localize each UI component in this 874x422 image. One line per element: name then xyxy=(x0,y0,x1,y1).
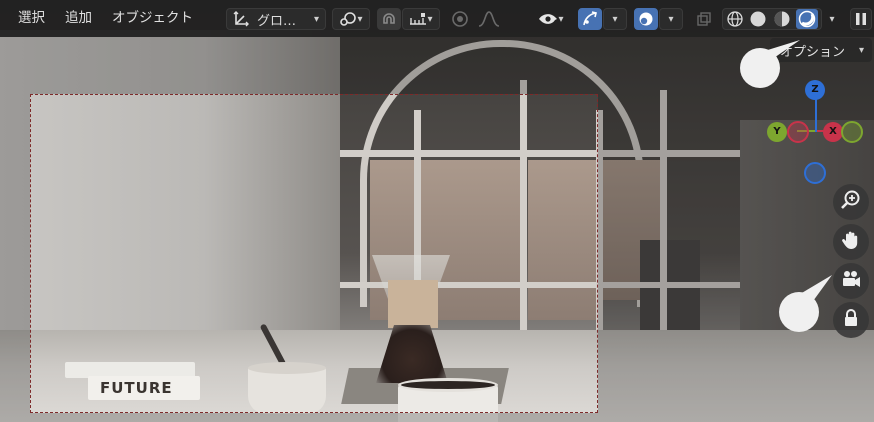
gizmo-y-button[interactable]: Y xyxy=(767,122,787,142)
gizmo-icon xyxy=(582,11,598,27)
gizmo-z-button[interactable]: Z xyxy=(805,80,825,100)
annotation-marker xyxy=(740,48,780,88)
camera-frame xyxy=(30,94,598,413)
lock-camera-button[interactable] xyxy=(833,302,869,338)
gizmo-dropdown[interactable]: ▾ xyxy=(603,8,627,30)
overlays-dropdown[interactable]: ▾ xyxy=(659,8,683,30)
gizmo-toggle[interactable] xyxy=(578,8,602,30)
pivot-point-dropdown[interactable]: ▾ xyxy=(332,8,370,30)
camera-passepartout xyxy=(598,94,874,422)
rendered-shading-icon[interactable] xyxy=(796,9,819,29)
zoom-view-button[interactable] xyxy=(833,184,869,220)
chevron-down-icon: ▾ xyxy=(612,13,618,25)
chevron-down-icon: ▾ xyxy=(668,13,674,25)
chevron-down-icon: ▾ xyxy=(829,13,835,25)
shading-dropdown[interactable]: ▾ xyxy=(822,8,842,30)
menu-select[interactable]: 選択 xyxy=(18,0,45,37)
wireframe-shading-icon[interactable] xyxy=(726,10,744,28)
snap-toggle[interactable] xyxy=(377,8,401,30)
camera-view-button[interactable] xyxy=(833,263,869,299)
solid-shading-icon[interactable] xyxy=(749,10,767,28)
xray-icon xyxy=(696,11,712,27)
pause-icon xyxy=(855,12,867,26)
annotation-marker xyxy=(779,292,819,332)
material-preview-icon[interactable] xyxy=(773,10,791,28)
shading-mode-group xyxy=(722,8,822,30)
proportional-editing-toggle[interactable] xyxy=(448,8,472,30)
chevron-down-icon: ▾ xyxy=(858,44,864,56)
zoom-icon xyxy=(840,189,862,215)
sidebar-toggle[interactable] xyxy=(850,8,872,30)
eye-icon xyxy=(538,11,558,27)
orientation-axes-icon xyxy=(233,11,249,27)
viewport-header: 選択 追加 オブジェクト グロ… ▾ ▾ ▾ ▾ ▾ ▾ ▾ xyxy=(0,0,874,37)
menu-add[interactable]: 追加 xyxy=(65,0,92,37)
chevron-down-icon: ▾ xyxy=(427,13,433,25)
camera-icon xyxy=(840,268,862,294)
lock-icon xyxy=(840,307,862,333)
options-label: オプション xyxy=(780,44,846,60)
falloff-dropdown[interactable] xyxy=(474,8,504,30)
magnet-icon xyxy=(381,11,397,27)
gizmo-neg-y-button[interactable] xyxy=(841,121,863,143)
transform-orientation-label: グロ… xyxy=(257,13,297,29)
xray-toggle[interactable] xyxy=(692,8,716,30)
chevron-down-icon: ▾ xyxy=(357,13,363,25)
options-dropdown[interactable]: オプション ▾ xyxy=(770,38,872,62)
proportional-edit-icon xyxy=(451,10,469,28)
pivot-icon xyxy=(339,11,357,27)
overlays-icon xyxy=(638,11,654,27)
pan-view-button[interactable] xyxy=(833,224,869,260)
camera-passepartout xyxy=(0,94,30,422)
gizmo-neg-x-button[interactable] xyxy=(787,121,809,143)
snap-increment-icon xyxy=(409,12,427,26)
menu-object[interactable]: オブジェクト xyxy=(112,0,193,37)
transform-orientation-dropdown[interactable]: グロ… ▾ xyxy=(226,8,326,30)
chevron-down-icon: ▾ xyxy=(313,13,319,25)
gizmo-neg-z-button[interactable] xyxy=(804,162,826,184)
object-visibility-dropdown[interactable]: ▾ xyxy=(531,8,571,30)
gizmo-x-button[interactable]: X xyxy=(823,122,843,142)
overlays-toggle[interactable] xyxy=(634,8,658,30)
snap-target-dropdown[interactable]: ▾ xyxy=(402,8,440,30)
camera-passepartout xyxy=(30,413,598,422)
chevron-down-icon: ▾ xyxy=(558,13,564,25)
pan-hand-icon xyxy=(840,229,862,255)
falloff-curve-icon xyxy=(478,11,500,27)
